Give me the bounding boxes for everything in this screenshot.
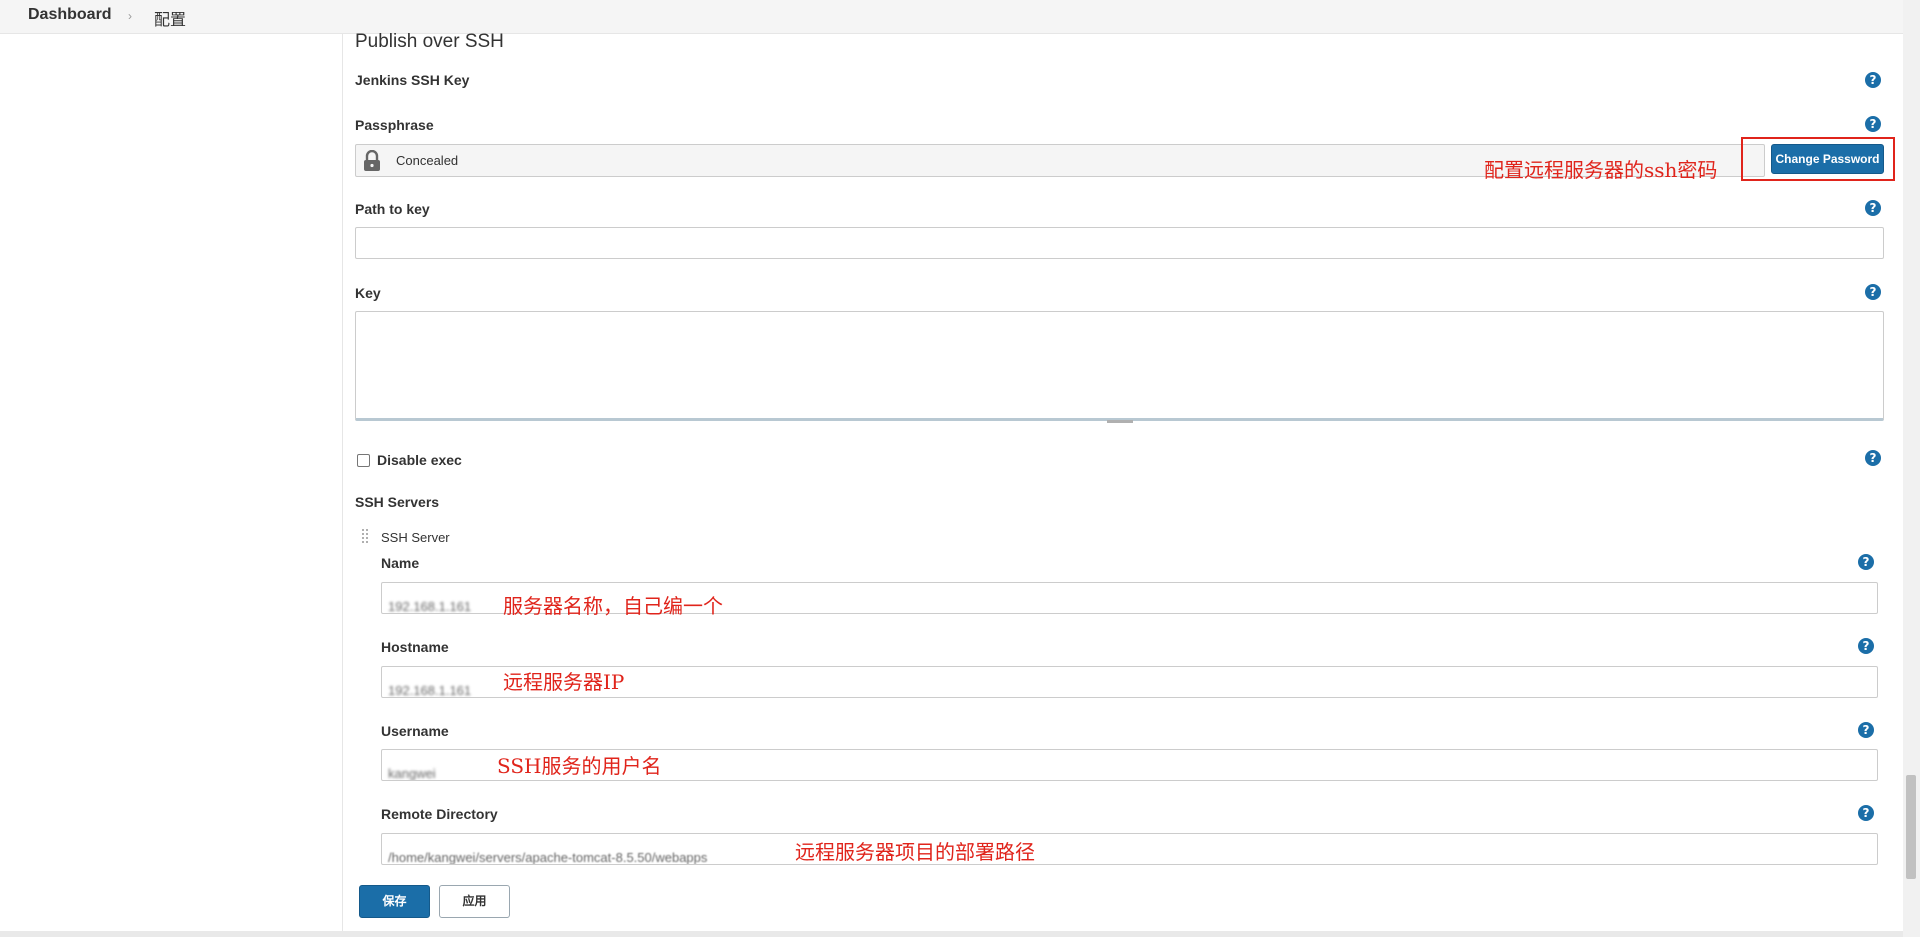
remote-directory-label: Remote Directory bbox=[381, 806, 498, 822]
help-icon[interactable]: ? bbox=[1865, 450, 1881, 466]
ssh-servers-label: SSH Servers bbox=[355, 494, 440, 510]
change-password-highlight-box bbox=[1741, 137, 1895, 181]
username-value: kangwei bbox=[388, 766, 436, 781]
disable-exec-checkbox[interactable] bbox=[357, 454, 370, 467]
section-title: Publish over SSH bbox=[355, 31, 504, 52]
key-label: Key bbox=[355, 285, 381, 301]
resize-grip-icon[interactable] bbox=[1107, 420, 1133, 423]
bottom-strip bbox=[0, 931, 1903, 937]
breadcrumb-current: 配置 bbox=[154, 12, 187, 29]
help-icon[interactable]: ? bbox=[1865, 284, 1881, 300]
apply-button[interactable]: 应用 bbox=[439, 885, 510, 918]
sidebar bbox=[0, 34, 343, 937]
key-textarea[interactable] bbox=[355, 311, 1884, 421]
annotation-change-password: 配置远程服务器的ssh密码 bbox=[1484, 158, 1718, 182]
breadcrumb-dashboard-link[interactable]: Dashboard bbox=[28, 6, 112, 24]
server-name-label: Name bbox=[381, 555, 420, 571]
annotation-server-name: 服务器名称，自己编一个 bbox=[503, 594, 723, 618]
disable-exec-label: Disable exec bbox=[377, 452, 462, 468]
save-button[interactable]: 保存 bbox=[359, 885, 430, 918]
lock-icon bbox=[364, 150, 380, 171]
passphrase-concealed-text: Concealed bbox=[396, 153, 459, 168]
ssh-server-header: SSH Server bbox=[381, 530, 450, 545]
path-to-key-input[interactable] bbox=[355, 227, 1884, 259]
scrollbar-thumb[interactable] bbox=[1906, 775, 1916, 879]
breadcrumb-separator-icon: › bbox=[128, 9, 132, 23]
server-name-value: 192.168.1.161 bbox=[388, 599, 472, 614]
annotation-hostname: 远程服务器IP bbox=[503, 670, 625, 694]
help-icon[interactable]: ? bbox=[1865, 72, 1881, 88]
help-icon[interactable]: ? bbox=[1858, 554, 1874, 570]
username-label: Username bbox=[381, 723, 449, 739]
annotation-username: SSH服务的用户名 bbox=[497, 754, 662, 778]
hostname-label: Hostname bbox=[381, 639, 449, 655]
remote-directory-input[interactable]: /home/kangwei/servers/apache-tomcat-8.5.… bbox=[381, 833, 1878, 865]
help-icon[interactable]: ? bbox=[1858, 638, 1874, 654]
remote-directory-value: /home/kangwei/servers/apache-tomcat-8.5.… bbox=[388, 850, 708, 865]
breadcrumb: Dashboard › 配置 bbox=[0, 0, 1920, 34]
help-icon[interactable]: ? bbox=[1865, 116, 1881, 132]
drag-handle-icon[interactable] bbox=[361, 528, 371, 546]
passphrase-label: Passphrase bbox=[355, 117, 434, 133]
jenkins-ssh-key-label: Jenkins SSH Key bbox=[355, 72, 470, 88]
annotation-remote-directory: 远程服务器项目的部署路径 bbox=[795, 840, 1035, 864]
help-icon[interactable]: ? bbox=[1858, 805, 1874, 821]
help-icon[interactable]: ? bbox=[1865, 200, 1881, 216]
help-icon[interactable]: ? bbox=[1858, 722, 1874, 738]
path-to-key-label: Path to key bbox=[355, 201, 430, 217]
hostname-value: 192.168.1.161 bbox=[388, 683, 472, 698]
